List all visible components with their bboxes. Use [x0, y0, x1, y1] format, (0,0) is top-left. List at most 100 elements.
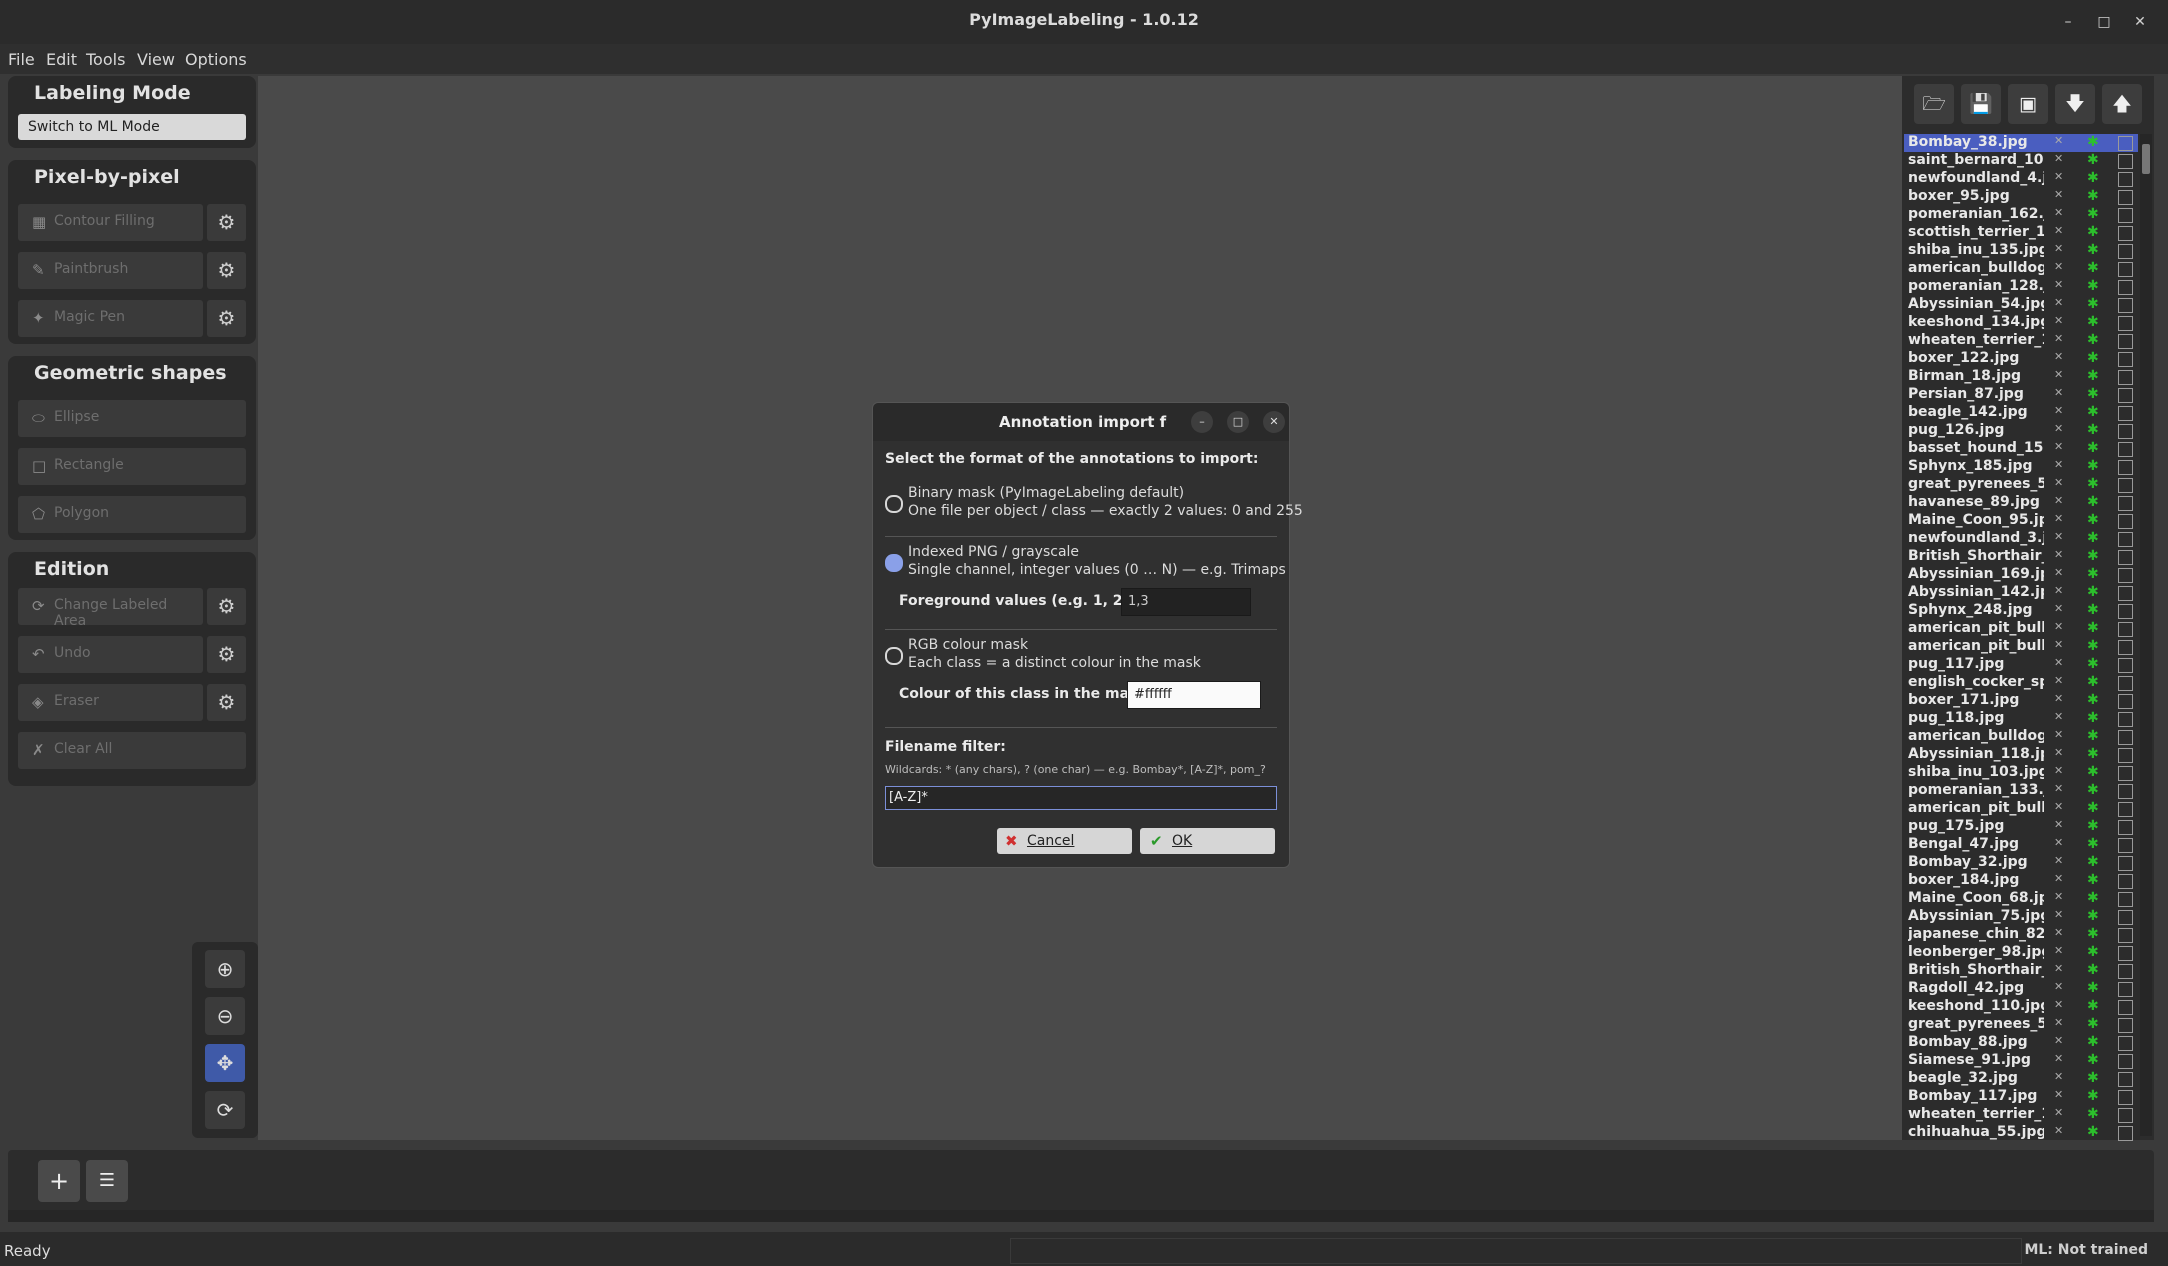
file-checkbox[interactable]: [2118, 1018, 2133, 1033]
clear-all-button[interactable]: ✗ Clear All: [18, 732, 246, 769]
file-checkbox[interactable]: [2118, 838, 2133, 853]
file-list-item[interactable]: english_cocker_spa ✕ ✱: [1904, 674, 2138, 692]
file-list-item[interactable]: Abyssinian_169.jpg ✕ ✱: [1904, 566, 2138, 584]
file-checkbox[interactable]: [2118, 658, 2133, 673]
file-list-item[interactable]: Sphynx_185.jpg ✕ ✱: [1904, 458, 2138, 476]
remove-icon[interactable]: ✕: [2054, 332, 2063, 345]
file-list-item[interactable]: keeshond_134.jpg ✕ ✱: [1904, 314, 2138, 332]
remove-icon[interactable]: ✕: [2054, 1106, 2063, 1119]
remove-icon[interactable]: ✕: [2054, 314, 2063, 327]
file-checkbox[interactable]: [2118, 640, 2133, 655]
remove-icon[interactable]: ✕: [2054, 710, 2063, 723]
export-icon[interactable]: 🡅: [2102, 84, 2142, 124]
file-checkbox[interactable]: [2118, 784, 2133, 799]
file-list-item[interactable]: Persian_87.jpg ✕ ✱: [1904, 386, 2138, 404]
file-list-item[interactable]: Bombay_38.jpg ✕ ✱: [1904, 134, 2138, 152]
file-checkbox[interactable]: [2118, 406, 2133, 421]
file-list-item[interactable]: Abyssinian_75.jpg ✕ ✱: [1904, 908, 2138, 926]
remove-icon[interactable]: ✕: [2054, 656, 2063, 669]
contour-filling-button[interactable]: ▦ Contour Filling: [18, 204, 203, 241]
file-list-item[interactable]: american_bulldog_ ✕ ✱: [1904, 260, 2138, 278]
remove-icon[interactable]: ✕: [2054, 134, 2063, 147]
file-checkbox[interactable]: [2118, 298, 2133, 313]
file-checkbox[interactable]: [2118, 532, 2133, 547]
add-layer-icon[interactable]: +: [38, 1160, 80, 1202]
magic-pen-settings-icon[interactable]: ⚙: [207, 300, 246, 337]
file-checkbox[interactable]: [2118, 820, 2133, 835]
file-checkbox[interactable]: [2118, 892, 2133, 907]
file-list-item[interactable]: great_pyrenees_5.j ✕ ✱: [1904, 476, 2138, 494]
file-list-item[interactable]: boxer_171.jpg ✕ ✱: [1904, 692, 2138, 710]
remove-icon[interactable]: ✕: [2054, 1016, 2063, 1029]
contour-filling-settings-icon[interactable]: ⚙: [207, 204, 246, 241]
dialog-maximize-icon[interactable]: □: [1227, 411, 1249, 433]
remove-icon[interactable]: ✕: [2054, 368, 2063, 381]
menu-file[interactable]: File: [8, 50, 35, 69]
binary-mask-radio[interactable]: [885, 495, 903, 513]
file-list-item[interactable]: shiba_inu_103.jpg ✕ ✱: [1904, 764, 2138, 782]
scrollbar-thumb[interactable]: [2142, 144, 2150, 174]
paintbrush-settings-icon[interactable]: ⚙: [207, 252, 246, 289]
file-checkbox[interactable]: [2118, 226, 2133, 241]
file-checkbox[interactable]: [2118, 136, 2133, 151]
file-list-item[interactable]: basset_hound_154. ✕ ✱: [1904, 440, 2138, 458]
file-list-item[interactable]: wheaten_terrier_11 ✕ ✱: [1904, 1106, 2138, 1124]
zoom-out-icon[interactable]: ⊖: [205, 997, 245, 1035]
file-list-item[interactable]: Abyssinian_54.jpg ✕ ✱: [1904, 296, 2138, 314]
file-checkbox[interactable]: [2118, 874, 2133, 889]
remove-icon[interactable]: ✕: [2054, 638, 2063, 651]
remove-icon[interactable]: ✕: [2054, 728, 2063, 741]
file-checkbox[interactable]: [2118, 1000, 2133, 1015]
remove-icon[interactable]: ✕: [2054, 1070, 2063, 1083]
file-checkbox[interactable]: [2118, 568, 2133, 583]
file-checkbox[interactable]: [2118, 910, 2133, 925]
remove-icon[interactable]: ✕: [2054, 440, 2063, 453]
remove-icon[interactable]: ✕: [2054, 764, 2063, 777]
file-checkbox[interactable]: [2118, 352, 2133, 367]
remove-icon[interactable]: ✕: [2054, 782, 2063, 795]
horizontal-scrollbar[interactable]: [8, 1210, 2154, 1222]
open-folder-icon[interactable]: 🗁: [1914, 84, 1954, 124]
file-checkbox[interactable]: [2118, 496, 2133, 511]
paintbrush-button[interactable]: ✎ Paintbrush: [18, 252, 203, 289]
file-list-item[interactable]: newfoundland_3.jp ✕ ✱: [1904, 530, 2138, 548]
file-list-item[interactable]: Maine_Coon_95.jpg ✕ ✱: [1904, 512, 2138, 530]
remove-icon[interactable]: ✕: [2054, 1088, 2063, 1101]
file-list-item[interactable]: american_pit_bull_ ✕ ✱: [1904, 800, 2138, 818]
remove-icon[interactable]: ✕: [2054, 1124, 2063, 1137]
file-checkbox[interactable]: [2118, 280, 2133, 295]
remove-icon[interactable]: ✕: [2054, 872, 2063, 885]
file-list-item[interactable]: British_Shorthair_1 ✕ ✱: [1904, 962, 2138, 980]
file-list-item[interactable]: Siamese_91.jpg ✕ ✱: [1904, 1052, 2138, 1070]
remove-icon[interactable]: ✕: [2054, 584, 2063, 597]
file-list-item[interactable]: Bombay_32.jpg ✕ ✱: [1904, 854, 2138, 872]
undo-button[interactable]: ↶ Undo: [18, 636, 203, 673]
eraser-settings-icon[interactable]: ⚙: [207, 684, 246, 721]
remove-icon[interactable]: ✕: [2054, 800, 2063, 813]
remove-icon[interactable]: ✕: [2054, 1034, 2063, 1047]
move-icon[interactable]: ✥: [205, 1044, 245, 1082]
remove-icon[interactable]: ✕: [2054, 260, 2063, 273]
remove-icon[interactable]: ✕: [2054, 548, 2063, 561]
remove-icon[interactable]: ✕: [2054, 566, 2063, 579]
file-checkbox[interactable]: [2118, 1126, 2133, 1141]
file-checkbox[interactable]: [2118, 964, 2133, 979]
file-checkbox[interactable]: [2118, 1108, 2133, 1123]
file-checkbox[interactable]: [2118, 1036, 2133, 1051]
file-list-item[interactable]: Abyssinian_142.jpg ✕ ✱: [1904, 584, 2138, 602]
remove-icon[interactable]: ✕: [2054, 404, 2063, 417]
remove-icon[interactable]: ✕: [2054, 746, 2063, 759]
close-icon[interactable]: ✕: [2128, 10, 2152, 34]
file-list-item[interactable]: american_pit_bull_ ✕ ✱: [1904, 620, 2138, 638]
colour-input[interactable]: #ffffff: [1127, 681, 1261, 709]
remove-icon[interactable]: ✕: [2054, 494, 2063, 507]
file-checkbox[interactable]: [2118, 424, 2133, 439]
file-list-item[interactable]: boxer_122.jpg ✕ ✱: [1904, 350, 2138, 368]
ok-button[interactable]: ✔ OK: [1140, 828, 1275, 854]
file-list-item[interactable]: great_pyrenees_51. ✕ ✱: [1904, 1016, 2138, 1034]
save-all-icon[interactable]: ▣: [2008, 84, 2048, 124]
import-icon[interactable]: 🡇: [2055, 84, 2095, 124]
file-checkbox[interactable]: [2118, 1072, 2133, 1087]
file-list-item[interactable]: wheaten_terrier_13 ✕ ✱: [1904, 332, 2138, 350]
file-list-scrollbar[interactable]: [2140, 134, 2152, 1136]
